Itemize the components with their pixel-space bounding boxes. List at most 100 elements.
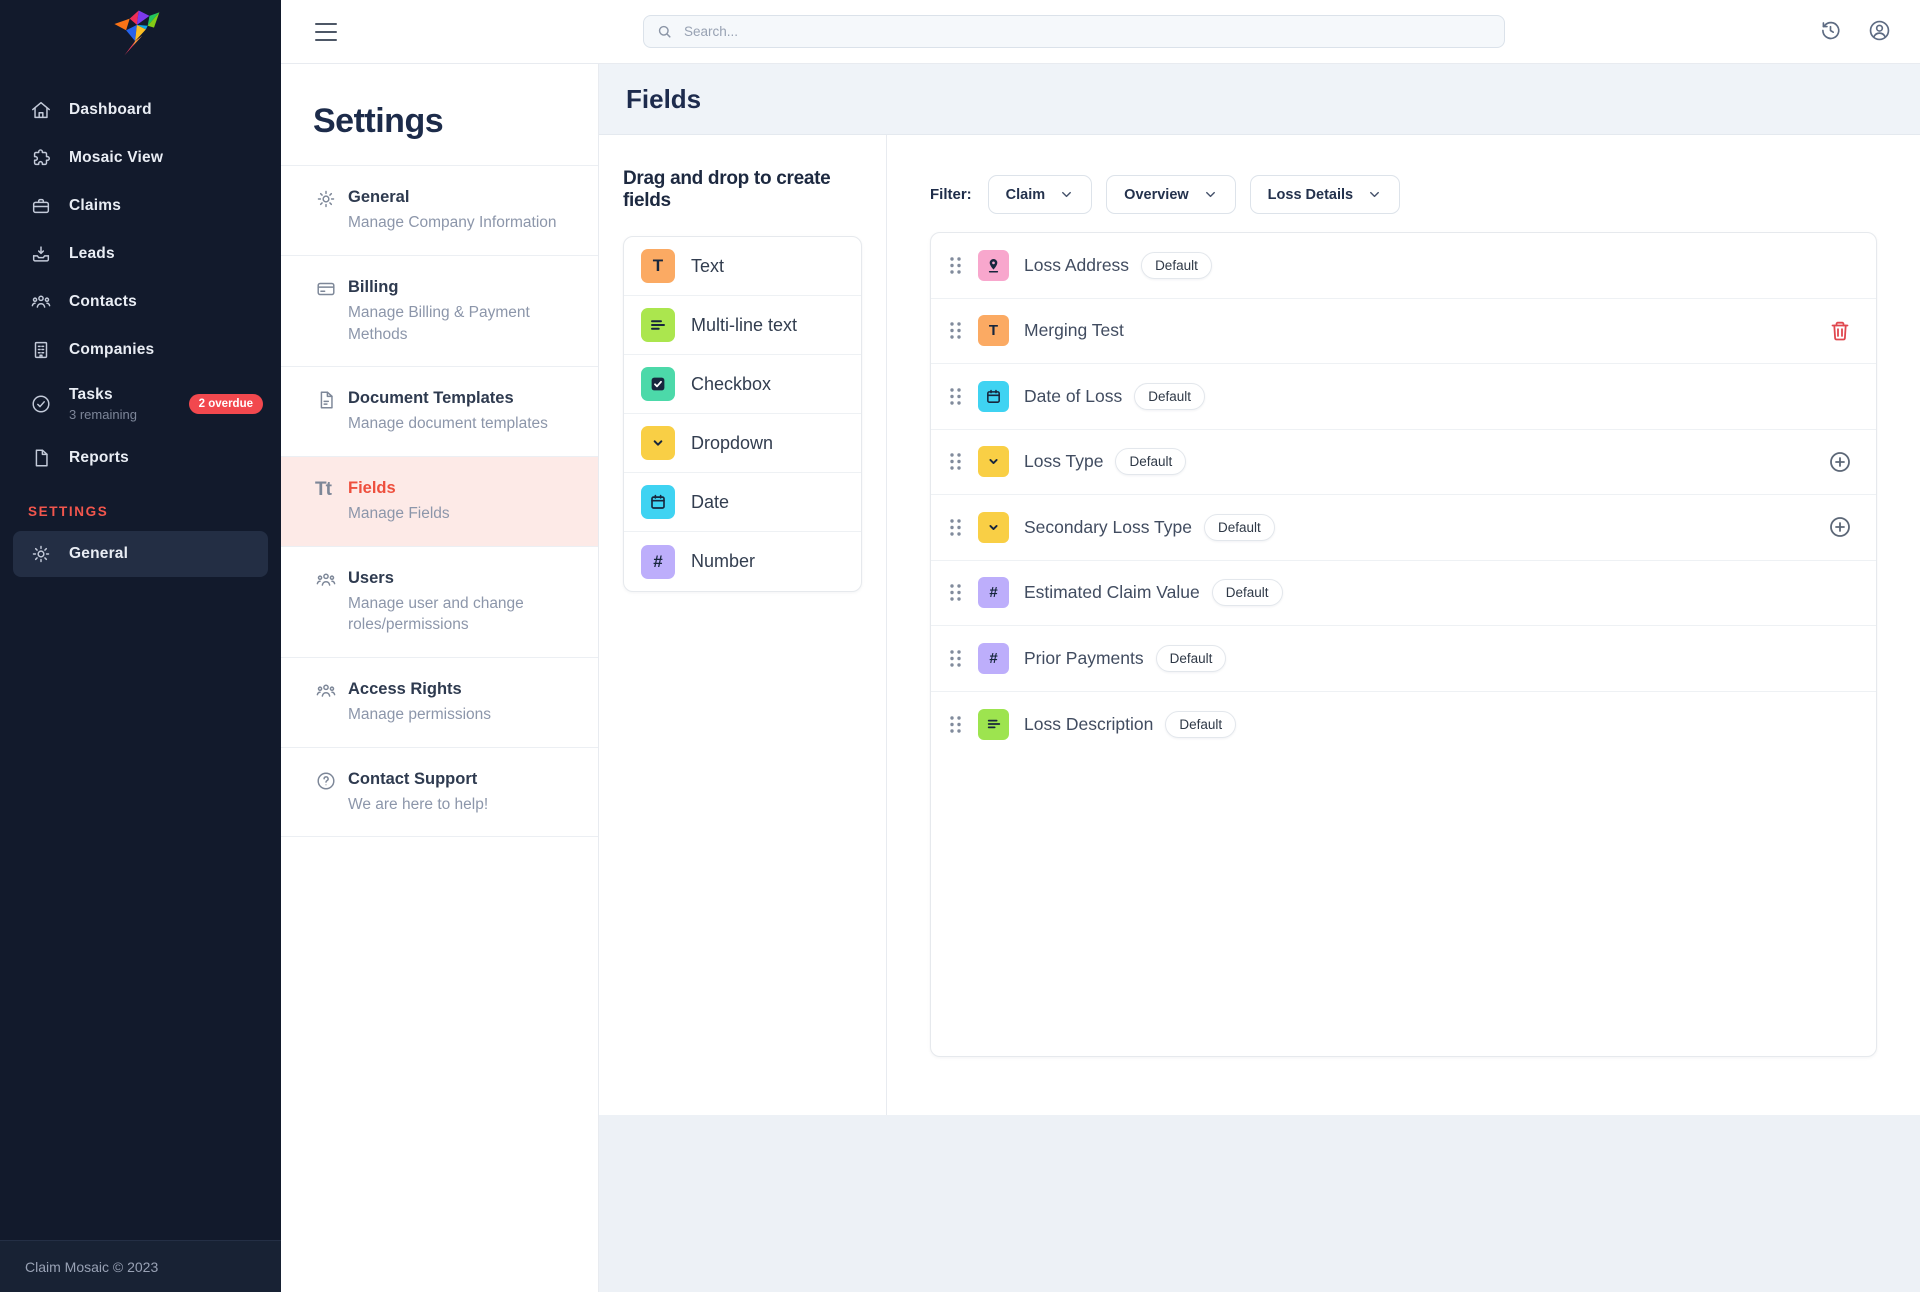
settings-item-description: We are here to help! [348, 794, 578, 815]
sidebar-nav: Dashboard Mosaic View Claims Leads Conta… [0, 86, 281, 577]
drag-handle-icon[interactable] [949, 518, 962, 537]
settings-item-title: Contact Support [348, 769, 578, 790]
fields-list-column: Filter: Claim Overview Loss Details [887, 135, 1920, 1115]
settings-item-description: Manage Fields [348, 503, 578, 524]
dropdown-icon [641, 426, 675, 460]
filter-dropdown-loss-details[interactable]: Loss Details [1250, 175, 1400, 214]
sidebar-item-companies[interactable]: Companies [0, 326, 281, 374]
default-badge: Default [1141, 252, 1212, 279]
add-option-icon[interactable] [1828, 450, 1852, 474]
briefcase-icon [30, 195, 52, 217]
home-icon [30, 99, 52, 121]
search-box[interactable] [643, 15, 1505, 48]
field-name: Date of Loss [1024, 386, 1122, 407]
puzzle-icon [30, 147, 52, 169]
number-icon: # [978, 643, 1009, 674]
settings-item-access-rights[interactable]: Access Rights Manage permissions [281, 658, 598, 748]
gear-icon [30, 543, 52, 565]
people-group-icon [315, 680, 337, 702]
sidebar-item-label: Tasks [69, 385, 137, 404]
chevron-down-icon [1203, 187, 1218, 202]
sidebar-item-settings-general[interactable]: General [13, 531, 268, 577]
settings-item-description: Manage user and change roles/permissions [348, 593, 578, 636]
default-badge: Default [1115, 448, 1186, 475]
text-icon: T [978, 315, 1009, 346]
sidebar-item-leads[interactable]: Leads [0, 230, 281, 278]
sidebar-item-contacts[interactable]: Contacts [0, 278, 281, 326]
topbar [281, 0, 1920, 64]
settings-item-title: Billing [348, 277, 578, 298]
delete-trash-icon[interactable] [1828, 319, 1852, 343]
sidebar-item-label: Dashboard [69, 101, 152, 119]
field-name: Loss Address [1024, 255, 1129, 276]
drag-handle-icon[interactable] [949, 715, 962, 734]
palette-item-text[interactable]: T Text [624, 237, 861, 296]
field-row-prior-payments: # Prior Payments Default [931, 626, 1876, 692]
field-name: Estimated Claim Value [1024, 582, 1200, 603]
app-logo-hummingbird-icon [108, 6, 164, 60]
drag-handle-icon[interactable] [949, 256, 962, 275]
palette-item-date[interactable]: Date [624, 473, 861, 532]
help-circle-icon [315, 770, 337, 792]
fields-tt-icon: Tt [315, 479, 337, 501]
drag-handle-icon[interactable] [949, 452, 962, 471]
chevron-down-icon [1059, 187, 1074, 202]
date-icon [641, 485, 675, 519]
app-footer: Claim Mosaic © 2023 [0, 1240, 281, 1292]
default-badge: Default [1134, 383, 1205, 410]
sidebar-item-label: Leads [69, 245, 115, 263]
field-name: Loss Type [1024, 451, 1103, 472]
palette-item-dropdown[interactable]: Dropdown [624, 414, 861, 473]
add-option-icon[interactable] [1828, 515, 1852, 539]
topbar-actions [1818, 18, 1892, 43]
drag-handle-icon[interactable] [949, 649, 962, 668]
settings-item-document-templates[interactable]: Document Templates Manage document templ… [281, 367, 598, 457]
settings-item-description: Manage Company Information [348, 212, 578, 233]
tasks-remaining-text: 3 remaining [69, 407, 137, 423]
multiline-icon [641, 308, 675, 342]
search-icon [656, 23, 673, 40]
field-row-loss-description: Loss Description Default [931, 692, 1876, 758]
location-icon [978, 250, 1009, 281]
settings-item-billing[interactable]: Billing Manage Billing & Payment Methods [281, 256, 598, 367]
sidebar-item-mosaic-view[interactable]: Mosaic View [0, 134, 281, 182]
number-icon: # [641, 545, 675, 579]
hamburger-menu-icon[interactable] [315, 23, 337, 41]
settings-item-contact-support[interactable]: Contact Support We are here to help! [281, 748, 598, 838]
sidebar-item-tasks[interactable]: Tasks 3 remaining 2 overdue [0, 374, 281, 434]
main-content: Fields Drag and drop to create fields T … [599, 64, 1920, 1292]
sidebar-item-reports[interactable]: Reports [0, 434, 281, 482]
search-input[interactable] [682, 23, 1492, 40]
credit-card-icon [315, 278, 337, 300]
text-icon: T [641, 249, 675, 283]
filter-dropdown-overview[interactable]: Overview [1106, 175, 1236, 214]
palette-item-number[interactable]: # Number [624, 532, 861, 591]
user-account-icon[interactable] [1867, 18, 1892, 43]
settings-item-general[interactable]: General Manage Company Information [281, 166, 598, 256]
filter-dropdown-claim[interactable]: Claim [988, 175, 1093, 214]
default-badge: Default [1204, 514, 1275, 541]
drag-handle-icon[interactable] [949, 583, 962, 602]
default-badge: Default [1165, 711, 1236, 738]
field-row-date-of-loss: Date of Loss Default [931, 364, 1876, 430]
drag-handle-icon[interactable] [949, 387, 962, 406]
sidebar-item-dashboard[interactable]: Dashboard [0, 86, 281, 134]
settings-panel: Settings General Manage Company Informat… [281, 64, 599, 1292]
checkbox-icon [641, 367, 675, 401]
history-icon[interactable] [1818, 18, 1843, 43]
settings-item-users[interactable]: Users Manage user and change roles/permi… [281, 547, 598, 658]
palette-item-checkbox[interactable]: Checkbox [624, 355, 861, 414]
sidebar-item-claims[interactable]: Claims [0, 182, 281, 230]
settings-item-title: Document Templates [348, 388, 578, 409]
dropdown-icon [978, 446, 1009, 477]
field-row-loss-type: Loss Type Default [931, 430, 1876, 496]
settings-list: General Manage Company Information Billi… [281, 165, 598, 837]
default-badge: Default [1156, 645, 1227, 672]
settings-item-fields[interactable]: Tt Fields Manage Fields [281, 457, 598, 547]
settings-item-description: Manage permissions [348, 704, 578, 725]
drag-handle-icon[interactable] [949, 321, 962, 340]
document-icon [315, 389, 337, 411]
page-header: Fields [599, 64, 1920, 135]
palette-item-multiline[interactable]: Multi-line text [624, 296, 861, 355]
settings-item-description: Manage Billing & Payment Methods [348, 302, 578, 345]
